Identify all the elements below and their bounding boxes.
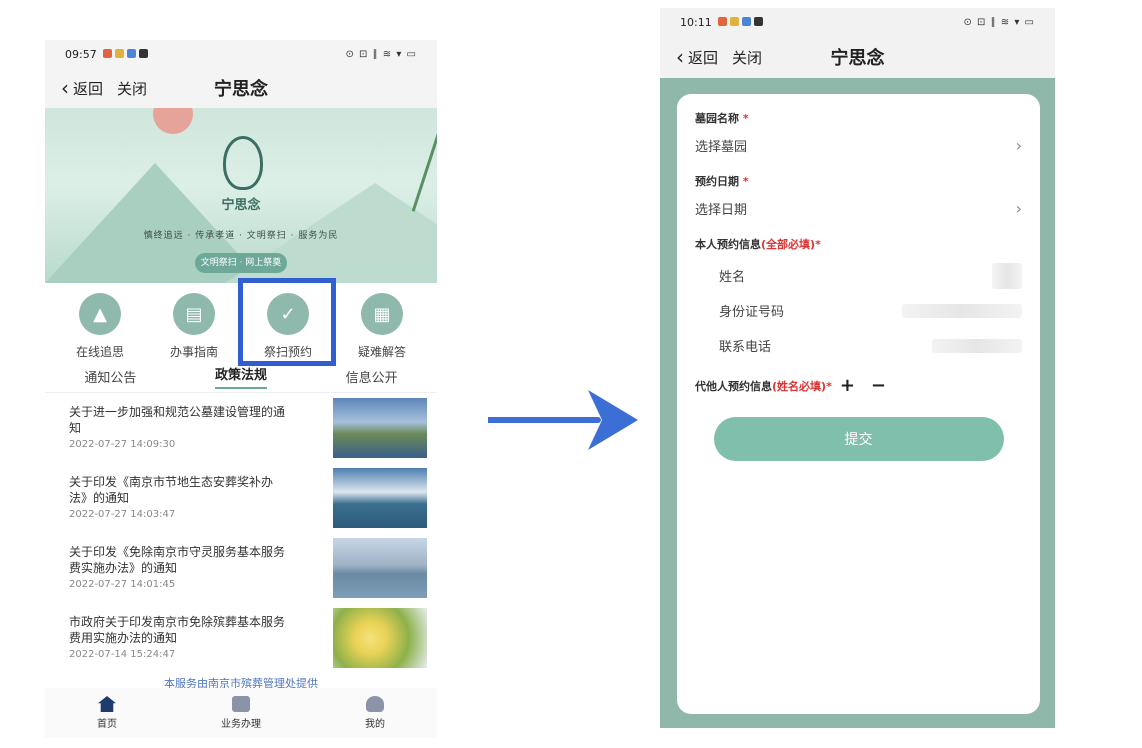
news-thumbnail	[333, 538, 427, 598]
back-label: 返回	[688, 48, 719, 67]
tab-disclosure[interactable]: 信息公开	[346, 367, 398, 386]
banner-pill-button[interactable]: 文明祭扫 · 网上祭奠	[195, 253, 287, 273]
self-info-hint: (全部必填)	[761, 238, 816, 251]
tab-policies[interactable]: 政策法规	[214, 364, 267, 389]
submit-button[interactable]: 提交	[713, 417, 1004, 461]
highlight-box	[238, 278, 336, 366]
remove-proxy-icon[interactable]: −	[871, 377, 886, 395]
chevron-left-icon: ‹	[676, 45, 684, 69]
phone-label: 联系电话	[719, 340, 772, 355]
back-button[interactable]: ‹ 返回	[61, 78, 103, 99]
cemetery-select[interactable]: 选择墓园 ›	[695, 136, 1022, 155]
id-field: 身份证号码	[695, 293, 1022, 328]
cemetery-placeholder: 选择墓园	[695, 140, 748, 155]
arrow-right-icon	[488, 390, 638, 450]
list-item[interactable]: 关于进一步加强和规范公墓建设管理的通知 2022-07-27 14:09:30	[69, 393, 427, 463]
news-date: 2022-07-27 14:03:47	[69, 508, 176, 520]
bottom-nav: 首页 业务办理 我的	[45, 688, 437, 738]
system-icons: ⊙ ⊡ ∥ ≋ ▾ ▭	[963, 16, 1035, 28]
id-input[interactable]	[902, 303, 1022, 318]
document-icon: ▦	[361, 293, 403, 335]
news-thumbnail	[333, 468, 427, 528]
bottom-nav-business[interactable]: 业务办理	[221, 696, 261, 730]
close-button[interactable]: 关闭	[117, 78, 147, 99]
book-icon: ▤	[173, 293, 215, 335]
news-title: 关于进一步加强和规范公墓建设管理的通知	[69, 404, 286, 435]
back-button[interactable]: ‹ 返回	[676, 47, 718, 68]
quick-service-guide[interactable]: ▤ 办事指南	[149, 293, 239, 361]
notification-icons	[717, 16, 766, 29]
news-thumbnail	[333, 398, 427, 458]
sun-decoration	[153, 108, 193, 134]
nav-bar: ‹ 返回 关闭 宁思念	[45, 68, 437, 108]
status-time: 10:11	[680, 15, 712, 29]
list-item[interactable]: 关于印发《南京市节地生态安葬奖补办法》的通知 2022-07-27 14:03:…	[69, 463, 427, 533]
quick-access-row: ▲ 在线追思 ▤ 办事指南 ✓ 祭扫预约 ▦ 疑难解答	[45, 278, 437, 366]
add-proxy-icon[interactable]: +	[840, 377, 855, 395]
close-button[interactable]: 关闭	[732, 47, 762, 68]
date-select[interactable]: 选择日期 ›	[695, 199, 1022, 218]
news-title: 市政府关于印发南京市免除殡葬基本服务费用实施办法的通知	[69, 614, 286, 645]
crane-logo-icon	[223, 136, 263, 190]
news-title: 关于印发《南京市节地生态安葬奖补办法》的通知	[69, 474, 274, 505]
banner-slogan: 慎终追远 · 传承孝道 · 文明祭扫 · 服务为民	[143, 231, 339, 241]
notification-icons	[102, 48, 151, 61]
news-date: 2022-07-27 14:01:45	[69, 578, 176, 590]
system-icons: ⊙ ⊡ ∥ ≋ ▾ ▭	[345, 48, 417, 60]
cemetery-field: 墓园名称 * 选择墓园 ›	[695, 112, 1022, 155]
name-input[interactable]	[992, 262, 1022, 289]
quick-faq[interactable]: ▦ 疑难解答	[337, 293, 427, 361]
chevron-right-icon: ›	[1015, 199, 1022, 218]
page-title: 宁思念	[214, 79, 268, 100]
booking-form: 墓园名称 * 选择墓园 › 预约日期 * 选择日期 › 本人预约信息(全部必填)…	[677, 94, 1040, 714]
phone-input[interactable]	[932, 338, 1022, 353]
status-bar: 09:57 ⊙ ⊡ ∥ ≋ ▾ ▭	[45, 40, 437, 68]
proxy-hint: (姓名必填)	[772, 380, 827, 393]
briefcase-icon	[232, 696, 250, 712]
home-icon	[98, 696, 116, 712]
news-date: 2022-07-27 14:09:30	[69, 438, 176, 450]
status-time: 09:57	[65, 47, 97, 61]
right-phone-screen: 10:11 ⊙ ⊡ ∥ ≋ ▾ ▭ ‹ 返回 关闭 宁思念 墓园名称 * 选择墓…	[660, 8, 1055, 728]
news-date: 2022-07-14 15:24:47	[69, 648, 176, 660]
self-info-title: 本人预约信息(全部必填)*	[695, 238, 821, 251]
status-bar: 10:11 ⊙ ⊡ ∥ ≋ ▾ ▭	[660, 8, 1055, 36]
proxy-title: 代他人预约信息	[695, 380, 772, 393]
banner-logo-text: 宁思念	[221, 198, 261, 213]
list-item[interactable]: 市政府关于印发南京市免除殡葬基本服务费用实施办法的通知 2022-07-14 1…	[69, 603, 427, 673]
cemetery-label: 墓园名称	[695, 112, 739, 125]
name-label: 姓名	[719, 270, 746, 285]
news-title: 关于印发《免除南京市守灵服务基本服务费实施办法》的通知	[69, 544, 286, 575]
phone-field: 联系电话	[695, 328, 1022, 363]
hero-banner: 宁思念 慎终追远 · 传承孝道 · 文明祭扫 · 服务为民 文明祭扫 · 网上祭…	[45, 108, 437, 283]
bottom-nav-home[interactable]: 首页	[97, 696, 117, 730]
chevron-right-icon: ›	[1015, 136, 1022, 155]
proxy-info-row: 代他人预约信息(姓名必填)* + −	[695, 375, 887, 396]
bottom-nav-mine[interactable]: 我的	[365, 696, 385, 730]
chevron-left-icon: ‹	[61, 76, 69, 100]
page-title: 宁思念	[830, 48, 885, 69]
back-label: 返回	[73, 79, 104, 98]
tab-notices[interactable]: 通知公告	[84, 367, 136, 386]
list-item[interactable]: 关于印发《免除南京市守灵服务基本服务费实施办法》的通知 2022-07-27 1…	[69, 533, 427, 603]
mountain-icon: ▲	[79, 293, 121, 335]
nav-bar: ‹ 返回 关闭 宁思念	[660, 36, 1055, 78]
news-thumbnail	[333, 608, 427, 668]
left-phone-screen: 09:57 ⊙ ⊡ ∥ ≋ ▾ ▭ ‹ 返回 关闭 宁思念 宁思念 慎终追远 ·…	[45, 40, 437, 738]
user-icon	[366, 696, 384, 712]
id-label: 身份证号码	[719, 305, 785, 320]
quick-online-memorial[interactable]: ▲ 在线追思	[55, 293, 145, 361]
date-field: 预约日期 * 选择日期 ›	[695, 175, 1022, 218]
date-placeholder: 选择日期	[695, 203, 748, 218]
news-list: 关于进一步加强和规范公墓建设管理的通知 2022-07-27 14:09:30 …	[45, 393, 437, 673]
date-label: 预约日期	[695, 175, 739, 188]
name-field: 姓名	[695, 258, 1022, 293]
